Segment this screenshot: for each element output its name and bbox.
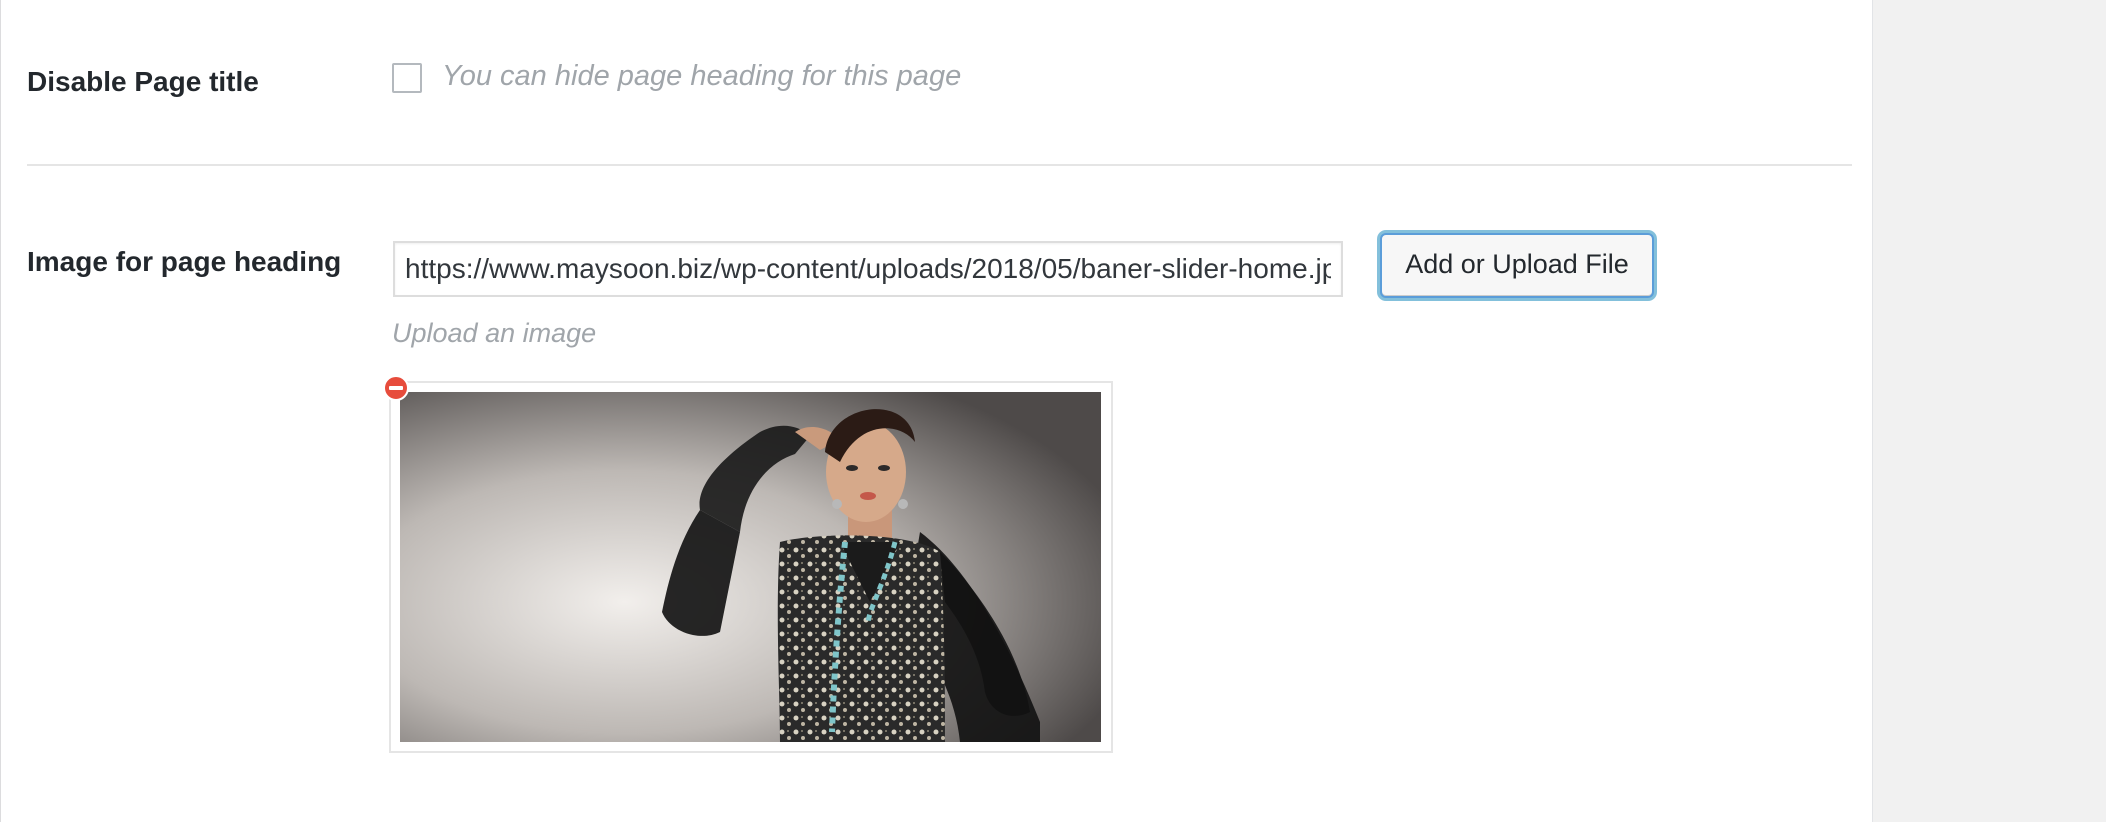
remove-circle-icon[interactable] bbox=[382, 374, 410, 402]
disable-page-title-description: You can hide page heading for this page bbox=[442, 60, 962, 92]
add-or-upload-file-button[interactable]: Add or Upload File bbox=[1380, 233, 1654, 298]
screen: Disable Page title You can hide page hea… bbox=[0, 0, 2106, 822]
section-divider bbox=[27, 164, 1852, 166]
disable-page-title-label: Disable Page title bbox=[27, 66, 259, 97]
disable-page-title-checkbox[interactable] bbox=[392, 63, 422, 93]
upload-image-description: Upload an image bbox=[392, 318, 597, 348]
image-preview bbox=[400, 392, 1101, 742]
page-settings-panel: Disable Page title You can hide page hea… bbox=[0, 0, 1873, 822]
right-sidebar-gutter bbox=[1873, 0, 2106, 822]
heading-image-url-input[interactable] bbox=[393, 241, 1343, 297]
heading-image-label: Image for page heading bbox=[27, 246, 342, 277]
